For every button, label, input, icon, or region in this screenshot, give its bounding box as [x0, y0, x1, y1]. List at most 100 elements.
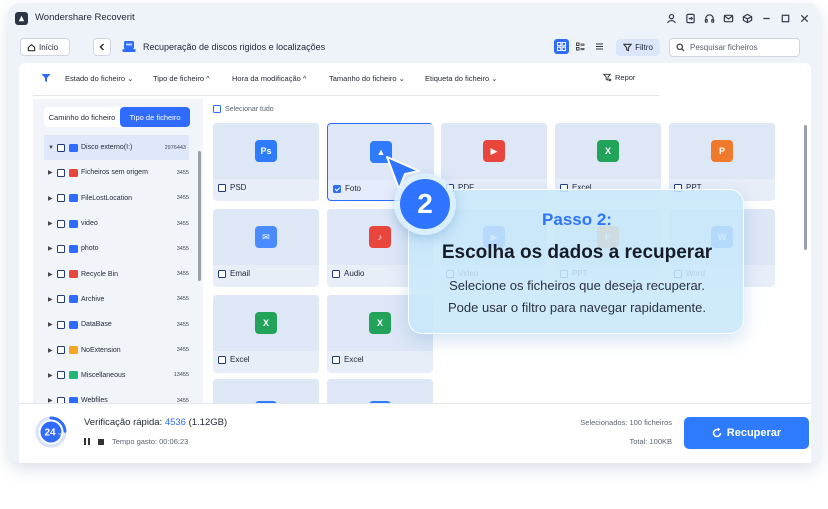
checkbox[interactable]: [57, 346, 65, 355]
chevron-left-icon: [99, 43, 105, 51]
checkbox[interactable]: [218, 183, 226, 192]
caret-right-icon[interactable]: ▶: [48, 245, 53, 252]
file-type-icon: X: [369, 312, 391, 334]
stop-icon[interactable]: [98, 438, 104, 445]
scan-status: Verificação rápida: 4536 (1.12GB): [84, 417, 227, 428]
sidebar-item[interactable]: ▶ DataBase 3455: [33, 312, 203, 337]
sidebar-scrollbar[interactable]: [198, 151, 201, 281]
card-label: Excel: [344, 355, 364, 364]
sidebar-item[interactable]: ▶ video 3455: [33, 211, 203, 236]
file-type-icon: Ps: [255, 140, 277, 162]
caret-right-icon[interactable]: ▶: [48, 321, 53, 328]
home-button[interactable]: Início: [20, 38, 70, 56]
maximize-icon[interactable]: [778, 11, 793, 26]
file-type-card-partial[interactable]: [213, 379, 319, 403]
account-icon[interactable]: [664, 11, 679, 26]
caret-right-icon[interactable]: ▶: [48, 296, 53, 303]
filter-file-tag[interactable]: Etiqueta do ficheiro ⌄: [425, 74, 498, 83]
card-thumbnail: ✉: [213, 209, 319, 265]
search-input[interactable]: Pesquisar ficheiros: [669, 38, 800, 57]
mail-icon[interactable]: [721, 11, 736, 26]
sidebar-item[interactable]: ▶ Recycle Bin 3455: [33, 261, 203, 286]
sidebar-item[interactable]: ▶ photo 3455: [33, 236, 203, 261]
pause-icon[interactable]: [84, 438, 90, 445]
checkbox[interactable]: [332, 355, 340, 364]
file-type-card[interactable]: ✉ Email: [213, 209, 319, 287]
status-bar: 24 % Verificação rápida: 4536 (1.12GB) T…: [19, 403, 811, 463]
checkbox[interactable]: [333, 184, 341, 193]
home-label: Início: [39, 42, 59, 52]
sidebar: Caminho do ficheiro Tipo de ficheiro ▼ Di…: [33, 99, 203, 403]
grid-view-button[interactable]: [554, 39, 569, 54]
caret-right-icon[interactable]: ▶: [48, 347, 53, 354]
sidebar-item-count: 3455: [176, 321, 189, 328]
file-type-icon: P: [711, 140, 733, 162]
checkbox[interactable]: [57, 244, 65, 253]
checkbox[interactable]: [57, 270, 65, 279]
tab-file-type[interactable]: Tipo de ficheiro: [120, 107, 190, 127]
filter-funnel-icon[interactable]: [41, 73, 51, 83]
file-type-card[interactable]: X Excel: [213, 295, 319, 373]
caret-right-icon[interactable]: ▶: [48, 220, 53, 227]
grid-scrollbar[interactable]: [804, 125, 807, 250]
sidebar-item[interactable]: ▶ NoExtension 3455: [33, 337, 203, 362]
elapsed-time: Tempo gasto: 00:06:23: [112, 437, 189, 446]
sidebar-item[interactable]: ▶ FileLostLocation 3455: [33, 186, 203, 211]
filter-modified-time[interactable]: Hora da modificação ^: [232, 74, 306, 83]
filter-file-size[interactable]: Tamanho do ficheiro ⌄: [329, 74, 405, 83]
caret-right-icon[interactable]: ▶: [48, 372, 53, 379]
sidebar-item[interactable]: ▶ Webfiles 3455: [33, 388, 203, 403]
file-type-card[interactable]: Ps PSD: [213, 123, 319, 201]
card-thumbnail: X: [213, 295, 319, 351]
checkbox[interactable]: [57, 143, 65, 152]
caret-down-icon[interactable]: ▼: [48, 145, 54, 151]
filter-label: Filtro: [635, 43, 653, 52]
login-icon[interactable]: [683, 11, 698, 26]
select-all-checkbox[interactable]: Selecionar tudo: [213, 105, 274, 113]
clear-filter-icon: [603, 73, 612, 82]
folder-icon: [69, 371, 78, 380]
nav-bar: Início Recuperação de discos rigidos e l…: [8, 33, 820, 63]
checkbox[interactable]: [57, 295, 65, 304]
folder-tree: ▼ Disco externo(I:) 2976443 ▶ Ficheiros sem …: [33, 135, 203, 403]
detail-view-button[interactable]: [573, 39, 588, 54]
file-type-card-partial[interactable]: [327, 379, 433, 403]
sidebar-item[interactable]: ▶ Miscellaneous 13455: [33, 363, 203, 388]
list-view-button[interactable]: [592, 39, 607, 54]
folder-icon: [69, 143, 78, 152]
caret-right-icon[interactable]: ▶: [48, 169, 53, 176]
checkbox[interactable]: [332, 269, 340, 278]
headset-icon[interactable]: [702, 11, 717, 26]
folder-icon: [69, 168, 78, 177]
filter-file-status[interactable]: Estado do ficheiro ⌄: [65, 74, 133, 83]
checkbox[interactable]: [57, 194, 65, 203]
sidebar-item-count: 13455: [173, 372, 189, 379]
minimize-icon[interactable]: [759, 11, 774, 26]
caret-right-icon[interactable]: ▶: [48, 271, 53, 278]
sidebar-item-label: Miscellaneous: [81, 371, 126, 379]
sidebar-item[interactable]: ▶ Archive 3455: [33, 287, 203, 312]
app-title: Wondershare Recoverit: [35, 12, 135, 23]
caret-right-icon[interactable]: ▶: [48, 195, 53, 202]
reset-label: Repor: [615, 73, 636, 82]
checkbox[interactable]: [218, 269, 226, 278]
checkbox[interactable]: [57, 371, 65, 380]
checkbox[interactable]: [218, 355, 226, 364]
search-placeholder: Pesquisar ficheiros: [690, 43, 758, 52]
sidebar-item[interactable]: ▼ Disco externo(I:) 2976443: [44, 135, 189, 161]
back-button[interactable]: [93, 38, 111, 56]
settings-cube-icon[interactable]: [740, 11, 755, 26]
sidebar-item[interactable]: ▶ Ficheiros sem origem 3455: [33, 160, 203, 185]
tab-file-path[interactable]: Caminho do ficheiro: [44, 107, 120, 127]
filter-file-type[interactable]: Tipo de ficheiro ^: [153, 74, 210, 83]
close-icon[interactable]: [797, 11, 812, 26]
checkbox[interactable]: [57, 219, 65, 228]
sidebar-item-count: 3455: [176, 347, 189, 354]
sidebar-item-count: 2976443: [164, 144, 186, 151]
filter-button[interactable]: Filtro: [616, 39, 660, 56]
checkbox[interactable]: [57, 168, 65, 177]
reset-filter-button[interactable]: Repor: [603, 73, 635, 82]
recover-button[interactable]: Recuperar: [684, 417, 809, 449]
step-badge: 2: [394, 173, 456, 235]
checkbox[interactable]: [57, 320, 65, 329]
